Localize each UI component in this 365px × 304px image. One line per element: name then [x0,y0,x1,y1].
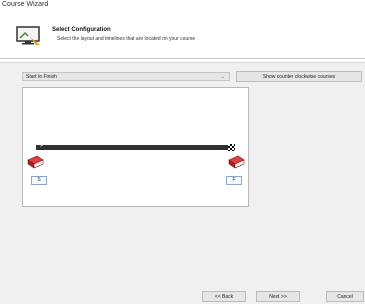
show-counter-clockwise-button[interactable]: Show counter clockwise courses [236,71,362,82]
wizard-monitor-icon [16,26,40,45]
start-tag: S [31,176,47,185]
header-separator [0,58,365,59]
layout-select-value: Start to Finish [26,74,57,80]
right-arrow-icon: ➔ [37,140,44,149]
next-button[interactable]: Next >> [256,291,300,302]
finish-book-icon[interactable] [227,154,245,170]
cancel-button[interactable]: Cancel [326,291,364,302]
finish-tag: F [226,176,242,185]
course-track [36,145,233,150]
header-title: Select Configuration [52,27,111,33]
header-subtitle: Select the layout and timelines that are… [57,36,196,42]
back-button[interactable]: << Back [202,291,246,302]
layout-select[interactable]: Start to Finish ⌄ [22,72,230,81]
window-title: Course Wizard [2,1,49,8]
start-book-icon[interactable] [26,154,44,170]
checkered-flag-icon [228,144,235,151]
course-canvas: ➔ S F [22,87,249,207]
chevron-down-icon: ⌄ [220,74,225,80]
